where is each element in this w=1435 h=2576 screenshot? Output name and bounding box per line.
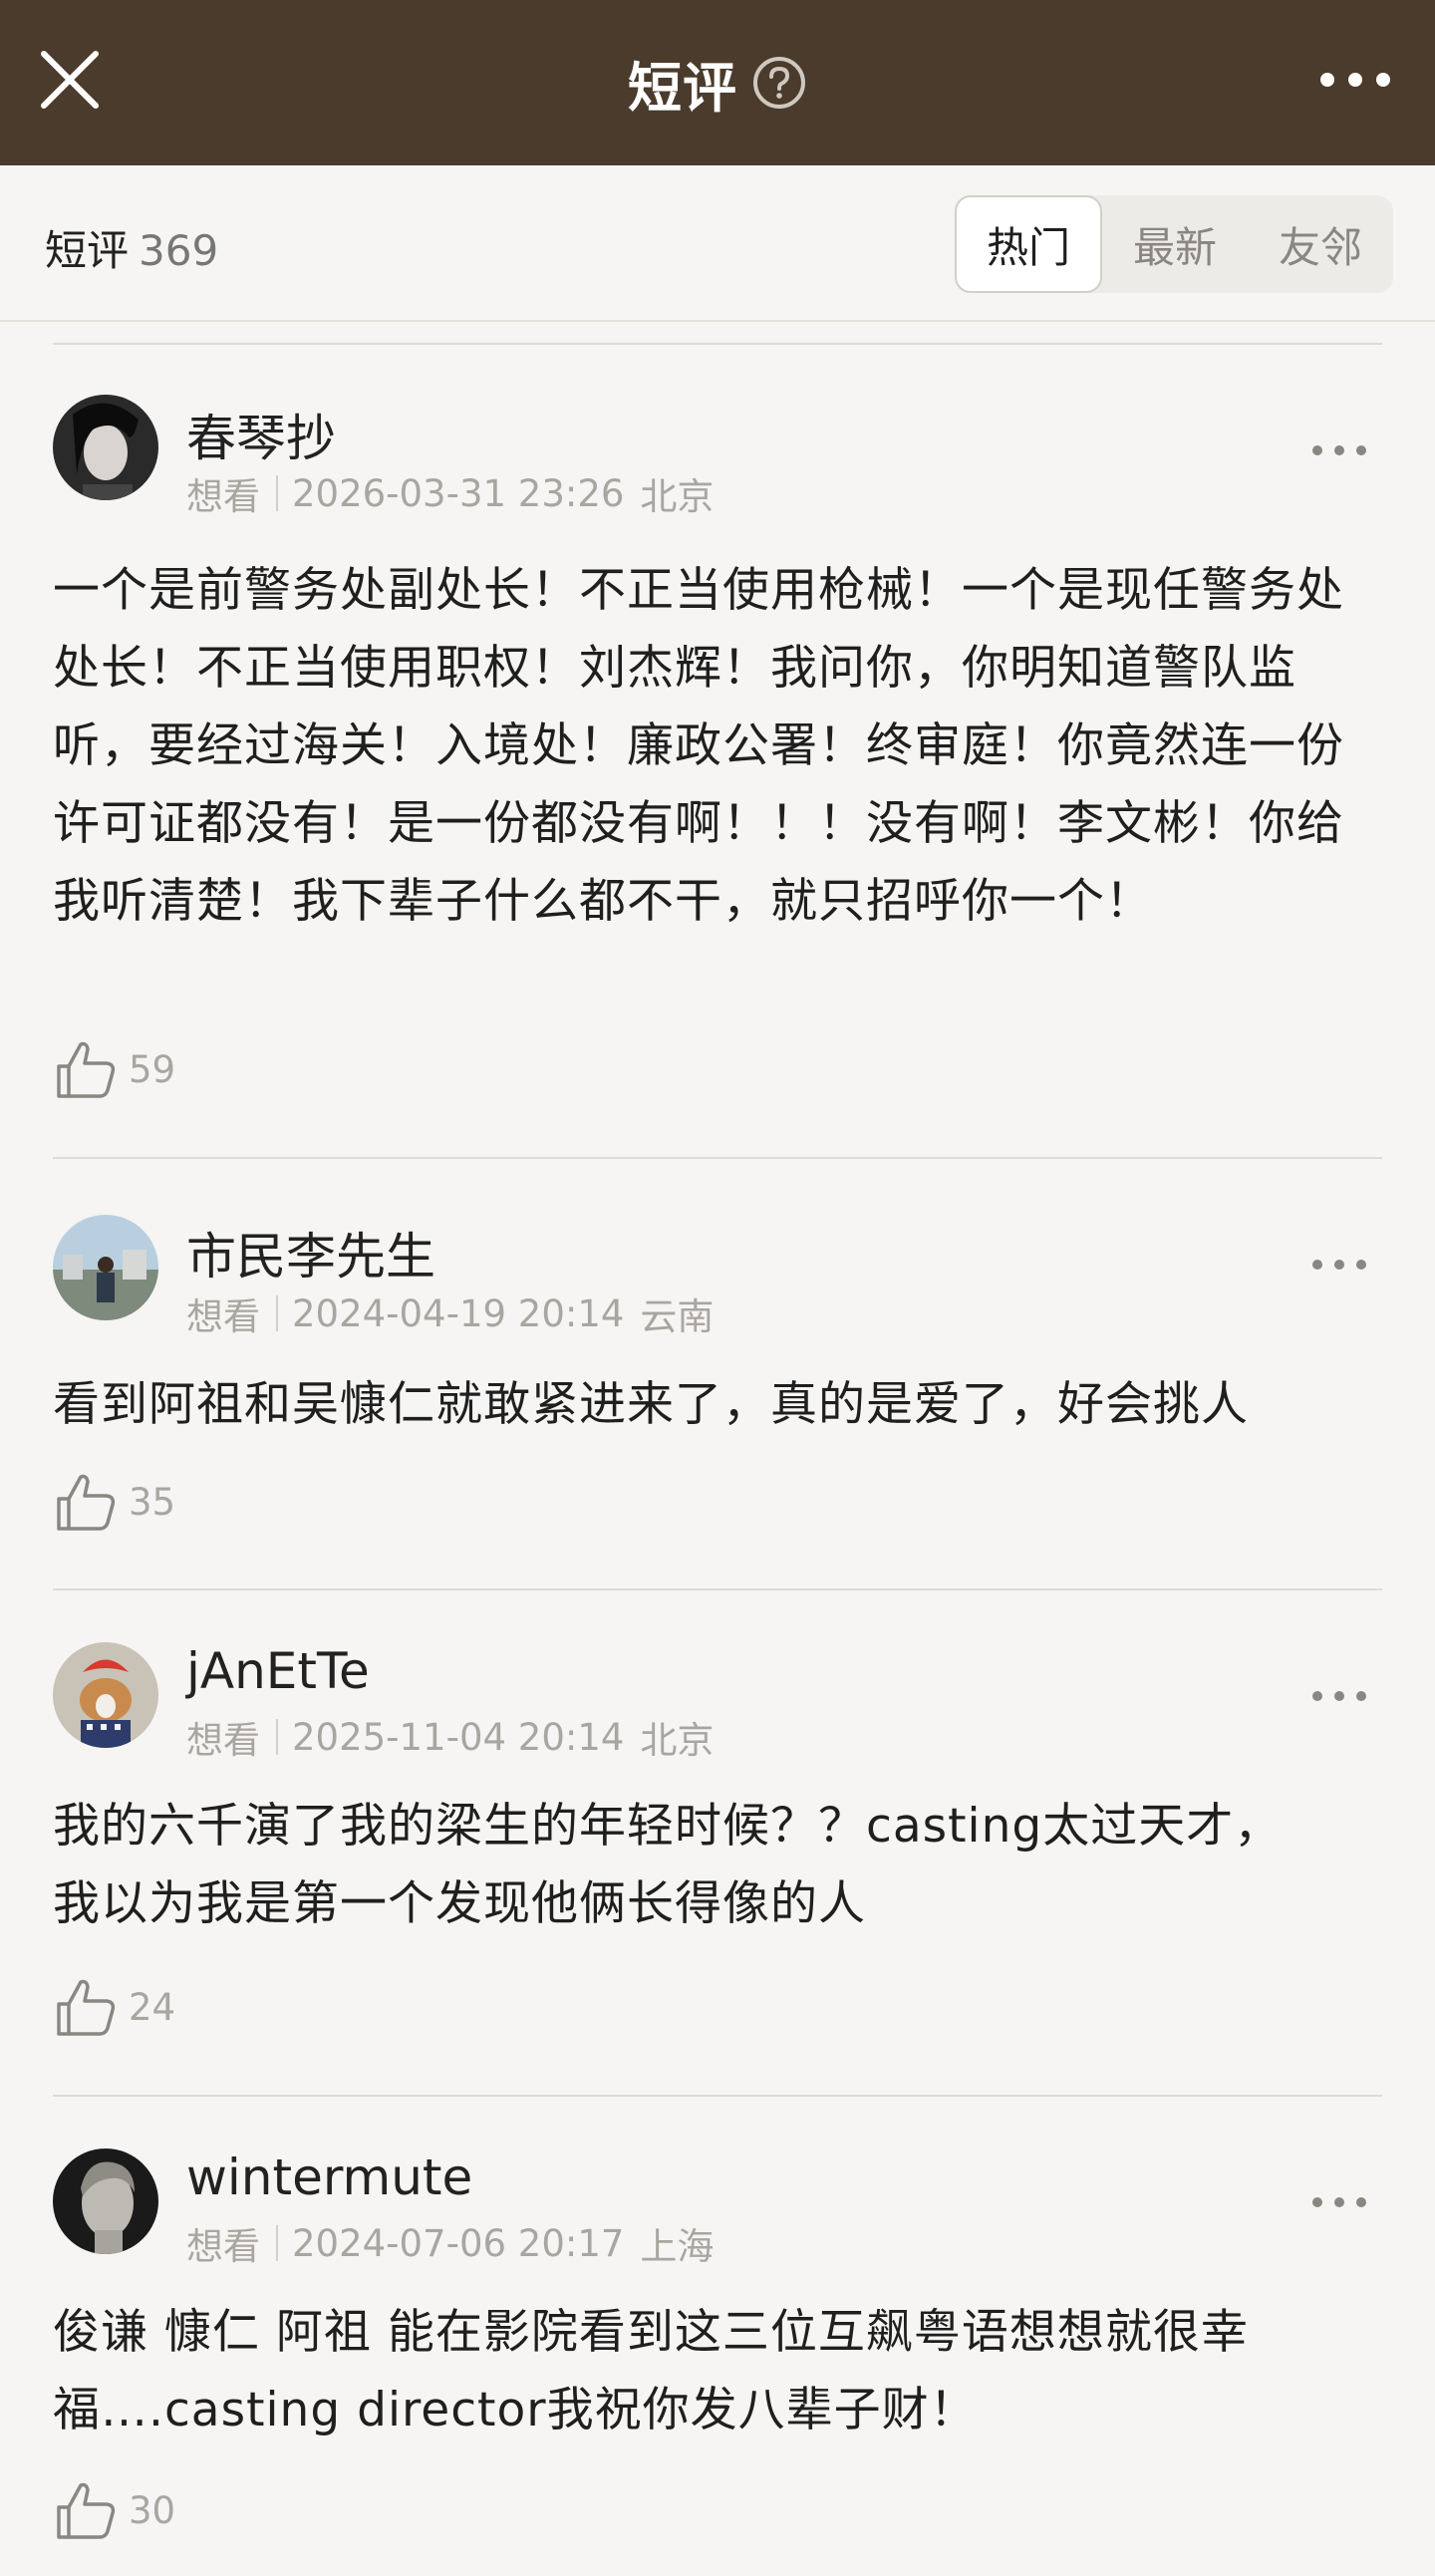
comment-meta: 想看 2024-07-06 20:17 上海 <box>186 2216 714 2270</box>
avatar[interactable] <box>53 1215 158 1320</box>
avatar[interactable] <box>53 395 158 500</box>
username[interactable]: 市民李先生 <box>186 1217 435 1288</box>
comment-datetime: 2025-11-04 20:14 <box>292 1715 625 1759</box>
rating-status: 想看 <box>186 1719 260 1762</box>
more-horizontal-icon[interactable] <box>1309 1681 1369 1711</box>
rating-status: 想看 <box>186 1295 260 1338</box>
comment-datetime: 2024-04-19 20:14 <box>292 1291 625 1335</box>
divider <box>53 1157 1382 1159</box>
like-count: 24 <box>129 1985 176 2029</box>
divider <box>53 343 1382 345</box>
more-options-button[interactable] <box>1305 40 1405 120</box>
comment-text: 俊谦 慷仁 阿祖 能在影院看到这三位互飙粤语想想就很幸福….casting di… <box>53 2305 1249 2437</box>
comment-meta: 想看 2025-11-04 20:14 北京 <box>186 1710 714 1764</box>
page-title: 短评 <box>628 56 737 120</box>
thumbs-up-icon[interactable] <box>53 1469 119 1535</box>
comment-datetime: 2024-07-06 20:17 <box>292 2221 625 2265</box>
username[interactable]: wintermute <box>186 2148 472 2206</box>
avatar[interactable] <box>53 1642 158 1748</box>
divider <box>53 1588 1382 1590</box>
divider <box>53 2095 1382 2097</box>
thumbs-up-icon[interactable] <box>53 1974 119 2040</box>
tab-hot[interactable]: 热门 <box>955 195 1102 293</box>
tab-friends[interactable]: 友邻 <box>1248 195 1393 293</box>
more-horizontal-icon[interactable] <box>1309 1250 1369 1280</box>
sort-tabs: 热门 最新 友邻 <box>955 195 1393 293</box>
top-bar: 短评 <box>0 0 1435 165</box>
comment-location: 北京 <box>640 475 715 518</box>
comment-count: 369 <box>139 226 219 275</box>
comment-meta: 想看 2026-03-31 23:26 北京 <box>186 466 714 520</box>
like-button[interactable]: 35 <box>53 1469 175 1535</box>
more-horizontal-icon[interactable] <box>1309 2187 1369 2217</box>
thumbs-up-icon[interactable] <box>53 2477 119 2543</box>
more-horizontal-icon[interactable] <box>1309 435 1369 465</box>
username[interactable]: jAnEtTe <box>186 1642 370 1700</box>
comment-text: 我的六千演了我的梁生的年轻时候？？casting太过天才，我以为我是第一个发现他… <box>53 1799 1283 1931</box>
username[interactable]: 春琴抄 <box>186 399 336 470</box>
comment-location: 上海 <box>640 2225 715 2268</box>
section-label: 短评 <box>45 226 130 275</box>
like-button[interactable]: 30 <box>53 2477 175 2543</box>
comment-text: 看到阿祖和吴慷仁就敢紧进来了，真的是爱了，好会挑人 <box>53 1377 1249 1432</box>
avatar[interactable] <box>53 2148 158 2254</box>
like-count: 35 <box>129 1480 176 1524</box>
rating-status: 想看 <box>186 2225 260 2268</box>
like-count: 59 <box>129 1047 176 1091</box>
subheader-bar: 短评 369 热门 最新 友邻 <box>0 165 1435 322</box>
comment-text: 一个是前警务处副处长！不正当使用枪械！一个是现任警务处处长！不正当使用职权！刘杰… <box>53 563 1344 929</box>
like-button[interactable]: 59 <box>53 1036 175 1102</box>
tab-latest[interactable]: 最新 <box>1102 195 1248 293</box>
more-horizontal-icon[interactable] <box>1305 40 1405 120</box>
rating-status: 想看 <box>186 475 260 518</box>
comment-location: 北京 <box>640 1719 715 1762</box>
question-circle-icon[interactable] <box>751 55 807 111</box>
like-count: 30 <box>129 2488 176 2532</box>
like-button[interactable]: 24 <box>53 1974 175 2040</box>
comment-location: 云南 <box>640 1295 715 1338</box>
comment-meta: 想看 2024-04-19 20:14 云南 <box>186 1287 714 1340</box>
comment-datetime: 2026-03-31 23:26 <box>292 471 625 515</box>
comment-count-label: 短评 369 <box>45 217 218 278</box>
thumbs-up-icon[interactable] <box>53 1036 119 1102</box>
